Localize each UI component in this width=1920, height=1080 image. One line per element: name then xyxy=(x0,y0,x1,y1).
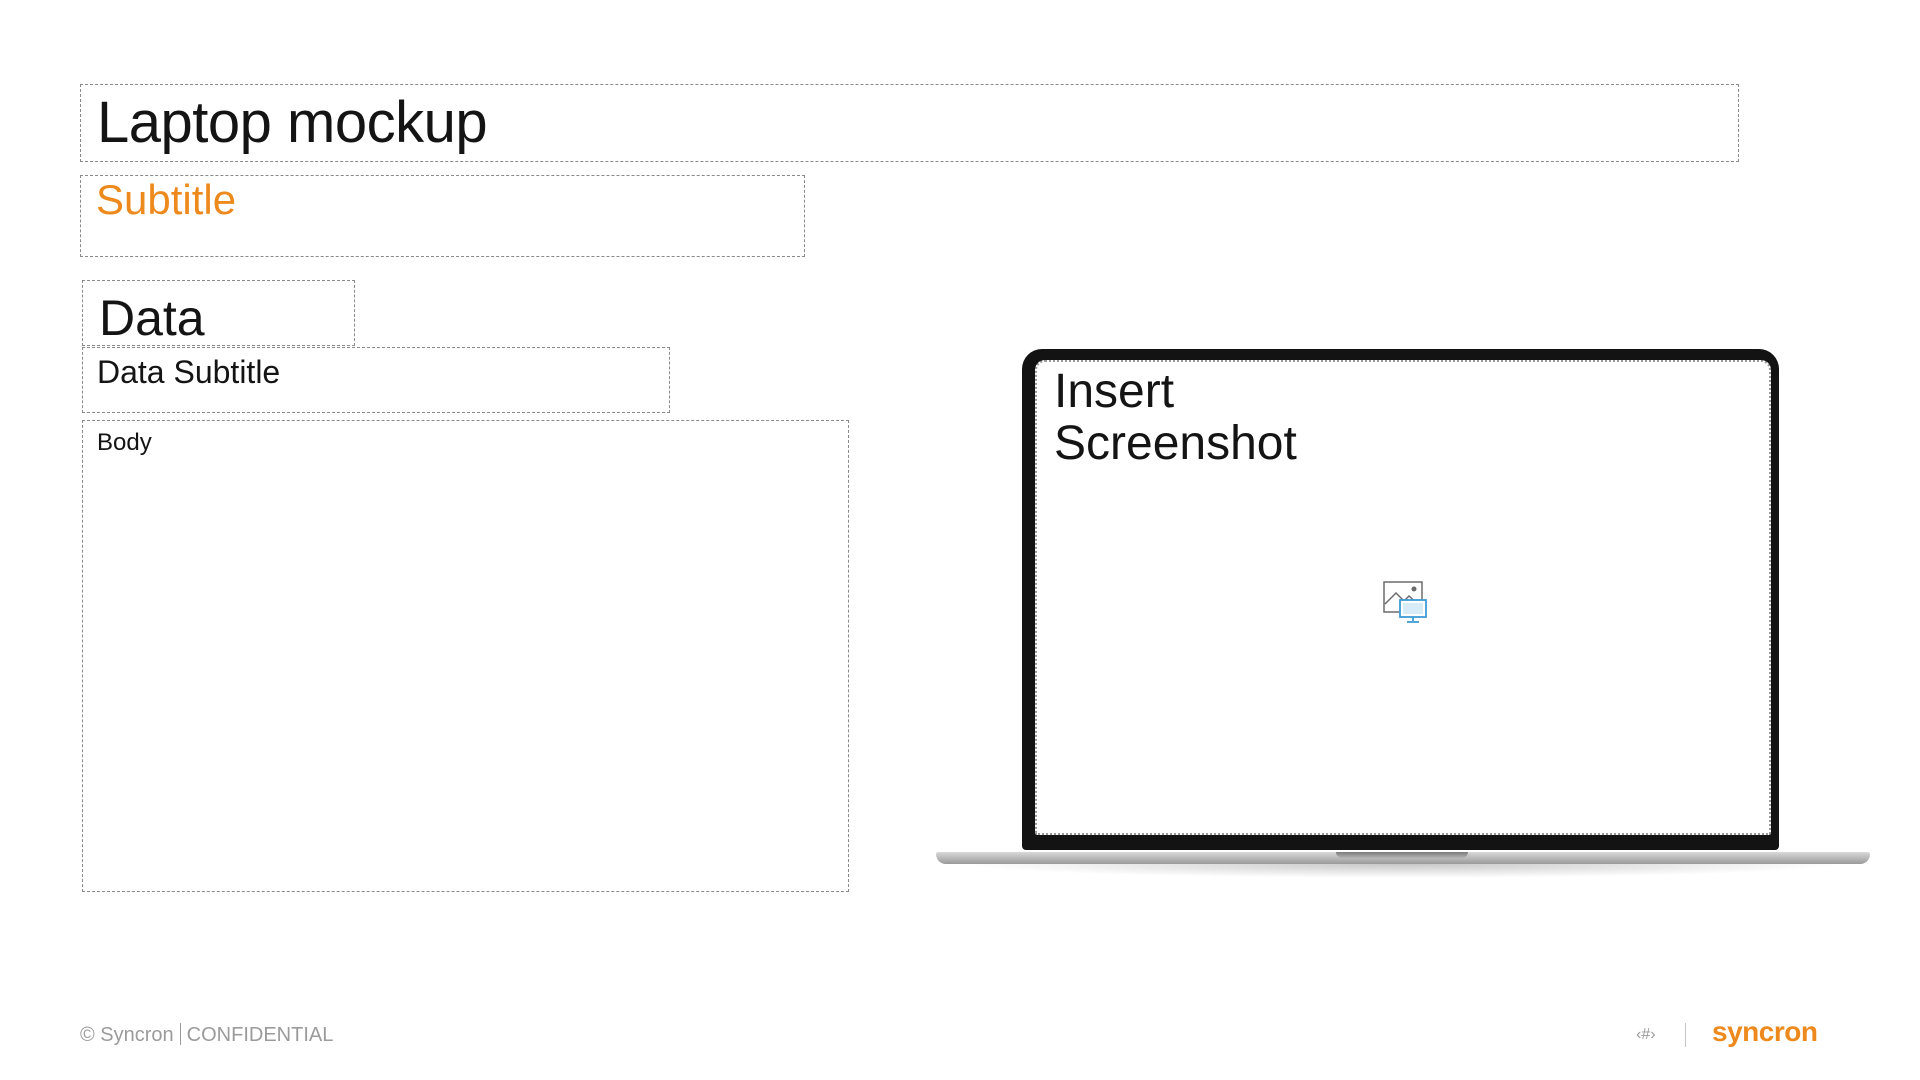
screenshot-placeholder-label: Insert Screenshot xyxy=(1054,366,1297,470)
screen-label-line1: Insert xyxy=(1054,365,1175,418)
footer-divider xyxy=(1685,1023,1686,1047)
insert-picture-icon[interactable] xyxy=(1382,580,1430,624)
screen-label-line2: Screenshot xyxy=(1054,417,1297,470)
page-number: ‹#› xyxy=(1636,1026,1656,1043)
data-heading: Data xyxy=(99,290,205,346)
data-heading-placeholder[interactable]: Data xyxy=(82,280,355,346)
body-placeholder[interactable]: Body xyxy=(82,420,849,892)
screenshot-placeholder[interactable]: Insert Screenshot xyxy=(1035,360,1771,835)
data-subtitle-placeholder[interactable]: Data Subtitle xyxy=(82,347,670,413)
confidential-text: CONFIDENTIAL xyxy=(186,1024,334,1046)
data-subtitle: Data Subtitle xyxy=(97,354,281,390)
laptop-notch xyxy=(1336,852,1468,858)
slide-title: Laptop mockup xyxy=(97,90,488,155)
footer-separator xyxy=(179,1023,181,1045)
footer-copyright: © Syncron CONFIDENTIAL xyxy=(80,1023,333,1047)
body-text: Body xyxy=(97,429,152,456)
slide: Laptop mockup Subtitle Data Data Subtitl… xyxy=(0,0,1920,1080)
copyright-text: © Syncron xyxy=(80,1024,174,1046)
laptop-shadow xyxy=(960,864,1846,878)
subtitle-placeholder[interactable]: Subtitle xyxy=(80,175,805,257)
title-placeholder[interactable]: Laptop mockup xyxy=(80,84,1739,162)
slide-subtitle: Subtitle xyxy=(96,176,237,223)
syncron-logo: syncron xyxy=(1712,1016,1818,1047)
